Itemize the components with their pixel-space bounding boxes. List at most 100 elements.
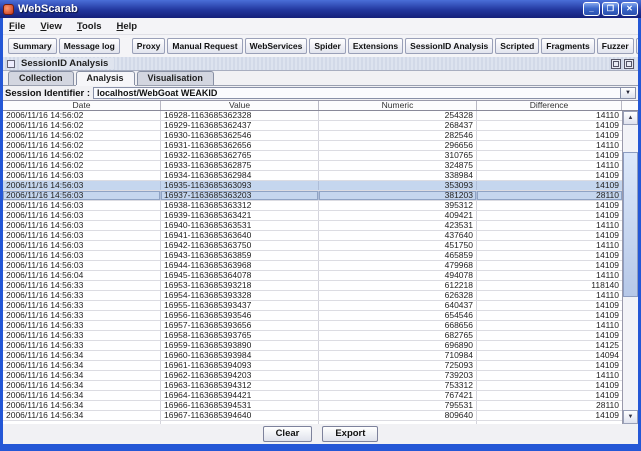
cell-date[interactable]: 2006/11/16 14:56:33 bbox=[3, 341, 161, 350]
cell-numeric[interactable]: 739203 bbox=[319, 371, 477, 380]
cell-difference[interactable]: 14110 bbox=[477, 321, 622, 330]
cell-difference[interactable]: 14125 bbox=[477, 341, 622, 350]
cell-difference[interactable]: 14109 bbox=[477, 211, 622, 220]
table-row[interactable]: 2006/11/16 14:56:04 16945-1163685364078 … bbox=[3, 271, 622, 281]
cell-date[interactable]: 2006/11/16 14:56:34 bbox=[3, 381, 161, 390]
cell-difference[interactable]: 14110 bbox=[477, 221, 622, 230]
cell-numeric[interactable]: 696890 bbox=[319, 341, 477, 350]
cell-difference[interactable]: 14110 bbox=[477, 141, 622, 150]
scrollbar-thumb[interactable] bbox=[623, 152, 638, 297]
menu-item-view[interactable]: View bbox=[40, 21, 61, 32]
cell-numeric[interactable]: 795531 bbox=[319, 401, 477, 410]
cell-difference[interactable]: 14110 bbox=[477, 241, 622, 250]
table-row[interactable]: 2006/11/16 14:56:02 16932-1163685362765 … bbox=[3, 151, 622, 161]
cell-numeric[interactable]: 254328 bbox=[319, 111, 477, 120]
cell-date[interactable]: 2006/11/16 14:56:34 bbox=[3, 361, 161, 370]
cell-numeric[interactable]: 310765 bbox=[319, 151, 477, 160]
cell-date[interactable]: 2006/11/16 14:56:34 bbox=[3, 351, 161, 360]
cell-difference[interactable]: 14109 bbox=[477, 201, 622, 210]
table-row[interactable]: 2006/11/16 14:56:03 16944-1163685363968 … bbox=[3, 261, 622, 271]
cell-value[interactable]: 16929-1163685362437 bbox=[161, 121, 319, 130]
table-row[interactable]: 2006/11/16 14:56:34 16964-1163685394421 … bbox=[3, 391, 622, 401]
cell-difference[interactable]: 14109 bbox=[477, 151, 622, 160]
cell-date[interactable]: 2006/11/16 14:56:03 bbox=[3, 201, 161, 210]
scroll-up-icon[interactable]: ▲ bbox=[623, 111, 638, 125]
column-header-date[interactable]: Date bbox=[3, 101, 161, 110]
cell-value[interactable]: 16967-1163685394640 bbox=[161, 411, 319, 420]
cell-difference[interactable]: 14110 bbox=[477, 371, 622, 380]
iconify-button[interactable] bbox=[611, 59, 621, 69]
table-row[interactable]: 2006/11/16 14:56:34 16966-1163685394531 … bbox=[3, 401, 622, 411]
table-row[interactable]: 2006/11/16 14:56:02 16933-1163685362875 … bbox=[3, 161, 622, 171]
cell-value[interactable]: 16954-1163685393328 bbox=[161, 291, 319, 300]
cell-value[interactable]: 16940-1163685363531 bbox=[161, 221, 319, 230]
window-button-minimize[interactable]: _ bbox=[583, 2, 600, 16]
cell-numeric[interactable]: 654546 bbox=[319, 311, 477, 320]
table-row[interactable]: 2006/11/16 14:56:03 16940-1163685363531 … bbox=[3, 221, 622, 231]
cell-value[interactable]: 16931-1163685362656 bbox=[161, 141, 319, 150]
cell-numeric[interactable]: 682765 bbox=[319, 331, 477, 340]
cell-date[interactable]: 2006/11/16 14:56:03 bbox=[3, 221, 161, 230]
cell-date[interactable]: 2006/11/16 14:56:02 bbox=[3, 121, 161, 130]
table-row[interactable]: 2006/11/16 14:56:34 16963-1163685394312 … bbox=[3, 381, 622, 391]
cell-date[interactable]: 2006/11/16 14:56:33 bbox=[3, 281, 161, 290]
scroll-down-icon[interactable]: ▼ bbox=[623, 410, 638, 424]
cell-numeric[interactable]: 640437 bbox=[319, 301, 477, 310]
cell-value[interactable]: 16960-1163685393984 bbox=[161, 351, 319, 360]
cell-difference[interactable]: 14109 bbox=[477, 301, 622, 310]
cell-value[interactable]: 16959-1163685393890 bbox=[161, 341, 319, 350]
cell-numeric[interactable]: 753312 bbox=[319, 381, 477, 390]
cell-difference[interactable]: 14109 bbox=[477, 261, 622, 270]
cell-numeric[interactable]: 612218 bbox=[319, 281, 477, 290]
toolbar-button-fuzzer[interactable]: Fuzzer bbox=[597, 38, 634, 54]
cell-date[interactable]: 2006/11/16 14:56:02 bbox=[3, 151, 161, 160]
cell-value[interactable]: 16961-1163685394093 bbox=[161, 361, 319, 370]
table-row[interactable]: 2006/11/16 14:56:03 16938-1163685363312 … bbox=[3, 201, 622, 211]
menu-item-file[interactable]: File bbox=[9, 21, 25, 32]
cell-difference[interactable]: 28110 bbox=[477, 401, 622, 410]
cell-numeric[interactable]: 423531 bbox=[319, 221, 477, 230]
table-row[interactable]: 2006/11/16 14:56:03 16943-1163685363859 … bbox=[3, 251, 622, 261]
cell-difference[interactable]: 118140 bbox=[477, 281, 622, 290]
table-row[interactable]: 2006/11/16 14:56:34 16961-1163685394093 … bbox=[3, 361, 622, 371]
session-identifier-combobox[interactable]: localhost/WebGoat WEAKID ▼ bbox=[93, 87, 636, 99]
cell-difference[interactable]: 14109 bbox=[477, 251, 622, 260]
table-row[interactable]: 2006/11/16 14:56:34 16960-1163685393984 … bbox=[3, 351, 622, 361]
toolbar-button-fragments[interactable]: Fragments bbox=[541, 38, 594, 54]
cell-numeric[interactable]: 767421 bbox=[319, 391, 477, 400]
cell-date[interactable]: 2006/11/16 14:56:02 bbox=[3, 161, 161, 170]
cell-value[interactable]: 16953-1163685393218 bbox=[161, 281, 319, 290]
cell-date[interactable]: 2006/11/16 14:56:03 bbox=[3, 191, 161, 200]
cell-value[interactable]: 16932-1163685362765 bbox=[161, 151, 319, 160]
toolbar-button-manual-request[interactable]: Manual Request bbox=[167, 38, 242, 54]
toolbar-button-compare[interactable]: Compare bbox=[636, 38, 638, 54]
cell-value[interactable]: 16933-1163685362875 bbox=[161, 161, 319, 170]
cell-value[interactable]: 16942-1163685363750 bbox=[161, 241, 319, 250]
cell-value[interactable]: 16935-1163685363093 bbox=[161, 181, 319, 190]
cell-value[interactable]: 16957-1163685393656 bbox=[161, 321, 319, 330]
cell-numeric[interactable]: 268437 bbox=[319, 121, 477, 130]
table-row[interactable]: 2006/11/16 14:56:02 16928-1163685362328 … bbox=[3, 111, 622, 121]
cell-value[interactable]: 16955-1163685393437 bbox=[161, 301, 319, 310]
cell-date[interactable]: 2006/11/16 14:56:33 bbox=[3, 331, 161, 340]
cell-date[interactable]: 2006/11/16 14:56:34 bbox=[3, 411, 161, 420]
cell-difference[interactable]: 14109 bbox=[477, 171, 622, 180]
cell-date[interactable]: 2006/11/16 14:56:04 bbox=[3, 271, 161, 280]
tab-visualisation[interactable]: Visualisation bbox=[137, 71, 214, 85]
cell-value[interactable]: 16956-1163685393546 bbox=[161, 311, 319, 320]
table-row[interactable]: 2006/11/16 14:56:03 16935-1163685363093 … bbox=[3, 181, 622, 191]
table-row[interactable]: 2006/11/16 14:56:34 16967-1163685394640 … bbox=[3, 411, 622, 421]
cell-numeric[interactable]: 296656 bbox=[319, 141, 477, 150]
cell-date[interactable]: 2006/11/16 14:56:34 bbox=[3, 401, 161, 410]
cell-difference[interactable]: 14109 bbox=[477, 181, 622, 190]
table-row[interactable]: 2006/11/16 14:56:33 16957-1163685393656 … bbox=[3, 321, 622, 331]
table-row[interactable]: 2006/11/16 14:56:03 16939-1163685363421 … bbox=[3, 211, 622, 221]
window-button-close[interactable]: ✕ bbox=[621, 2, 638, 16]
cell-value[interactable]: 16962-1163685394203 bbox=[161, 371, 319, 380]
toolbar-button-webservices[interactable]: WebServices bbox=[245, 38, 308, 54]
cell-value[interactable]: 16934-1163685362984 bbox=[161, 171, 319, 180]
cell-value[interactable]: 16941-1163685363640 bbox=[161, 231, 319, 240]
tab-collection[interactable]: Collection bbox=[8, 71, 74, 85]
cell-numeric[interactable]: 668656 bbox=[319, 321, 477, 330]
window-button-maximize[interactable]: ❐ bbox=[602, 2, 619, 16]
